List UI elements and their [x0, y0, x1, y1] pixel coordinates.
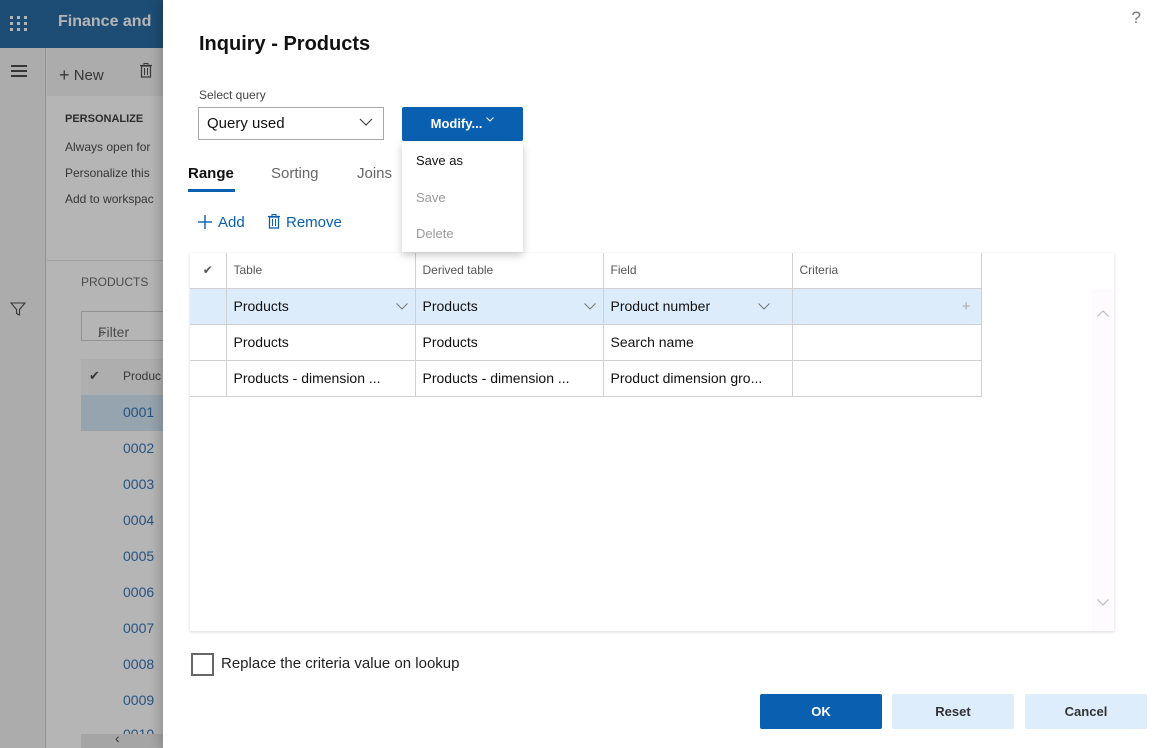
- criteria-cell[interactable]: +: [791, 287, 982, 325]
- menu-item-save[interactable]: Save: [416, 190, 446, 205]
- field-cell[interactable]: Product number: [602, 287, 793, 325]
- select-all-checkmark-icon[interactable]: ✔: [190, 253, 227, 289]
- range-grid: ✔ Table Derived table Field Criteria Pro…: [190, 253, 982, 397]
- add-button[interactable]: Add: [198, 214, 245, 233]
- grid-vertical-scrollbar[interactable]: [1092, 290, 1114, 631]
- chevron-down-icon: [359, 118, 373, 126]
- chevron-down-icon[interactable]: [395, 302, 408, 310]
- plus-icon: [198, 215, 212, 233]
- select-query-label: Select query: [199, 88, 266, 102]
- modal-overlay: [0, 0, 165, 748]
- row-selector[interactable]: [190, 323, 227, 361]
- modify-button[interactable]: Modify...: [402, 107, 523, 141]
- table-cell[interactable]: Products: [225, 323, 416, 361]
- derived-table-cell[interactable]: Products: [414, 323, 604, 361]
- table-cell[interactable]: Products: [225, 287, 416, 325]
- tab-joins[interactable]: Joins: [357, 165, 392, 182]
- grid-header-row: ✔ Table Derived table Field Criteria: [190, 253, 982, 289]
- select-query-value: Query used: [207, 115, 285, 132]
- column-header-criteria[interactable]: Criteria: [791, 253, 982, 289]
- column-header-field[interactable]: Field: [602, 253, 793, 289]
- add-button-label: Add: [218, 214, 245, 231]
- grid-row[interactable]: Products - dimension ... Products - dime…: [190, 359, 982, 397]
- modify-button-label: Modify...: [430, 116, 483, 131]
- inquiry-dialog: ? Inquiry - Products Select query Query …: [163, 0, 1155, 748]
- menu-item-save-as[interactable]: Save as: [416, 153, 463, 168]
- scroll-down-icon[interactable]: [1097, 599, 1109, 606]
- column-header-derived-table[interactable]: Derived table: [414, 253, 604, 289]
- help-icon[interactable]: ?: [1132, 8, 1141, 28]
- column-header-table[interactable]: Table: [225, 253, 416, 289]
- select-query-dropdown[interactable]: Query used: [198, 107, 384, 140]
- criteria-cell[interactable]: [791, 359, 982, 397]
- trash-icon: [268, 214, 280, 233]
- field-cell[interactable]: Product dimension gro...: [602, 359, 793, 397]
- modify-menu: Save as Save Delete: [402, 142, 523, 252]
- range-grid-panel: ✔ Table Derived table Field Criteria Pro…: [190, 253, 1114, 631]
- menu-item-delete[interactable]: Delete: [416, 226, 454, 241]
- remove-button-label: Remove: [286, 214, 342, 231]
- field-cell[interactable]: Search name: [602, 323, 793, 361]
- chevron-down-icon: [486, 117, 495, 122]
- scroll-up-icon[interactable]: [1097, 310, 1109, 317]
- derived-table-cell[interactable]: Products: [414, 287, 604, 325]
- criteria-cell[interactable]: [791, 323, 982, 361]
- dialog-title: Inquiry - Products: [199, 33, 371, 55]
- row-selector[interactable]: [190, 359, 227, 397]
- replace-criteria-checkbox[interactable]: [191, 653, 214, 676]
- row-selector[interactable]: [190, 287, 227, 325]
- derived-table-cell[interactable]: Products - dimension ...: [414, 359, 604, 397]
- chevron-down-icon[interactable]: [583, 302, 596, 310]
- field-value: Product number: [610, 298, 711, 314]
- table-value: Products: [233, 298, 289, 314]
- background-app: Finance and + New PERSONALIZE Always ope…: [0, 0, 165, 748]
- derived-table-value: Products: [422, 298, 478, 314]
- chevron-down-icon[interactable]: [757, 302, 770, 310]
- remove-button[interactable]: Remove: [268, 214, 342, 233]
- tab-sorting[interactable]: Sorting: [271, 165, 319, 182]
- grid-row[interactable]: Products Products Product number +: [190, 287, 982, 325]
- table-cell[interactable]: Products - dimension ...: [225, 359, 416, 397]
- tab-range[interactable]: Range: [188, 165, 235, 192]
- grid-row[interactable]: Products Products Search name: [190, 323, 982, 361]
- lookup-plus-icon[interactable]: +: [962, 298, 971, 315]
- replace-criteria-label[interactable]: Replace the criteria value on lookup: [221, 655, 459, 672]
- reset-button[interactable]: Reset: [892, 694, 1014, 729]
- ok-button[interactable]: OK: [760, 694, 882, 729]
- cancel-button[interactable]: Cancel: [1025, 694, 1147, 729]
